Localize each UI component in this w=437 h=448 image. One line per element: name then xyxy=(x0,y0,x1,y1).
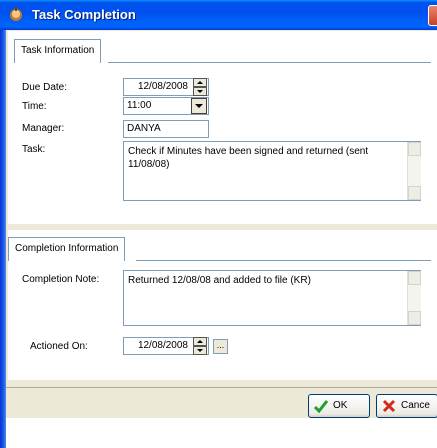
spin-updown-icon[interactable] xyxy=(193,337,207,356)
task-completion-window: Task Completion Task Information Due Dat… xyxy=(0,0,437,448)
chevron-down-icon[interactable] xyxy=(191,98,207,114)
completion-note-memo[interactable]: Returned 12/08/08 and added to file (KR) xyxy=(123,270,421,326)
window-title: Task Completion xyxy=(32,7,136,22)
ok-label: OK xyxy=(333,400,348,411)
title-bar[interactable]: Task Completion xyxy=(0,0,437,30)
due-date-label: Due Date: xyxy=(22,82,68,93)
close-button[interactable] xyxy=(428,5,437,26)
ok-button[interactable]: OK xyxy=(308,394,370,418)
tab-label: Task Information xyxy=(21,45,95,56)
tab-label: Completion Information xyxy=(15,243,119,254)
tab-task-information[interactable]: Task Information xyxy=(14,39,102,63)
tab-completion-information[interactable]: Completion Information xyxy=(8,237,126,261)
note-scrollbar[interactable] xyxy=(407,271,421,325)
spin-updown-icon[interactable] xyxy=(193,78,207,97)
task-text: Check if Minutes have been signed and re… xyxy=(128,146,369,170)
check-icon xyxy=(313,398,329,423)
footer-separator xyxy=(6,387,437,388)
completion-note-label: Completion Note: xyxy=(22,274,100,285)
task-scrollbar[interactable] xyxy=(407,142,421,200)
actioned-on-label: Actioned On: xyxy=(30,341,88,352)
tab-divider xyxy=(136,260,431,261)
task-memo[interactable]: Check if Minutes have been signed and re… xyxy=(123,141,421,201)
scroll-up-button[interactable] xyxy=(408,142,421,156)
time-label: Time: xyxy=(22,101,47,112)
date-picker-button[interactable]: ... xyxy=(213,339,228,354)
cancel-label: Cance xyxy=(401,400,430,411)
scroll-down-button[interactable] xyxy=(408,186,421,200)
task-app-icon xyxy=(8,6,24,22)
manager-field[interactable]: DANYA xyxy=(123,120,209,138)
task-label: Task: xyxy=(22,144,46,155)
tab-divider xyxy=(108,62,431,63)
cancel-button[interactable]: Cance xyxy=(376,394,437,418)
completion-note-text: Returned 12/08/08 and added to file (KR) xyxy=(128,275,311,286)
scroll-down-button[interactable] xyxy=(408,311,421,325)
dialog-content: Task Information Due Date: 12/08/2008 Ti… xyxy=(6,30,437,418)
scroll-up-button[interactable] xyxy=(408,271,421,285)
x-icon xyxy=(381,398,397,423)
manager-label: Manager: xyxy=(22,123,65,134)
